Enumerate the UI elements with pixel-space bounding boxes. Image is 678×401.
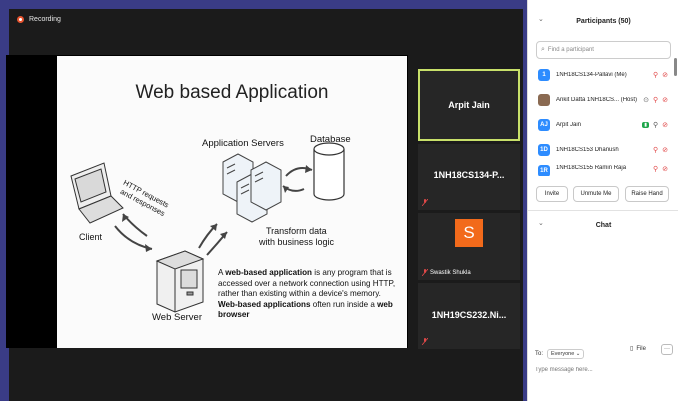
- recording-label: Recording: [29, 16, 61, 23]
- mic-muted-icon[interactable]: ⚲: [653, 71, 658, 79]
- unmute-me-button[interactable]: Unmute Me: [573, 186, 619, 202]
- muted-indicator: [422, 199, 428, 206]
- recording-icon: [17, 16, 24, 23]
- find-participant-input[interactable]: ⌕ Find a participant: [536, 41, 671, 59]
- search-icon: ⌕: [541, 46, 545, 53]
- participant-row[interactable]: 1R 1NH18CS155 Ramin Raja ⚲ ⊘: [528, 160, 672, 176]
- avatar: 1R: [538, 165, 550, 176]
- video-tile-speaking[interactable]: Arpit Jain: [418, 69, 520, 141]
- participants-header: ⌄ Participants (50): [528, 10, 678, 32]
- label-client: Client: [79, 232, 103, 242]
- database-icon: [313, 142, 345, 201]
- file-icon: ▯: [630, 346, 634, 352]
- tile-name: 1NH19CS232.Ni...: [431, 310, 507, 320]
- chevron-down-icon[interactable]: ⌄: [538, 15, 544, 23]
- application-servers-icon: [222, 153, 282, 223]
- tile-name: Swastik Shukla: [430, 269, 471, 276]
- chat-header: ⌄ Chat: [528, 214, 678, 236]
- mic-muted-icon[interactable]: ⚲: [653, 96, 658, 104]
- file-button[interactable]: ▯ File: [630, 345, 646, 353]
- share-status-icon: ⊙: [643, 97, 649, 104]
- video-tile[interactable]: 1NH19CS232.Ni...: [418, 283, 520, 349]
- mic-muted-icon: [422, 269, 428, 276]
- avatar: AJ: [538, 119, 550, 131]
- mic-muted-icon[interactable]: ⚲: [653, 146, 658, 154]
- tile-name: 1NH18CS134-P...: [433, 170, 505, 180]
- slide: Web based Application Application Server…: [57, 56, 407, 348]
- chat-title: Chat: [595, 221, 612, 229]
- side-panel: ⌄ Participants (50) ⌕ Find a participant…: [527, 0, 678, 401]
- video-off-icon[interactable]: ⊘: [662, 165, 668, 173]
- recording-indicator: Recording: [17, 16, 61, 23]
- raise-hand-button[interactable]: Raise Hand: [625, 186, 669, 202]
- screen-share-icon: ▮: [642, 122, 649, 128]
- muted-indicator: [422, 338, 428, 345]
- video-tile[interactable]: 1NH18CS134-P...: [418, 144, 520, 210]
- invite-button[interactable]: Invite: [536, 186, 568, 202]
- mic-on-icon[interactable]: ⚲: [653, 121, 658, 129]
- label-transform-line1: Transform data: [266, 226, 327, 236]
- video-off-icon[interactable]: ⊘: [662, 96, 668, 104]
- to-label: To:: [535, 351, 544, 357]
- video-off-icon[interactable]: ⊘: [662, 146, 668, 154]
- label-application-servers: Application Servers: [202, 138, 284, 149]
- participants-scrollbar[interactable]: [674, 58, 677, 76]
- avatar: 1D: [538, 144, 550, 156]
- video-off-icon[interactable]: ⊘: [662, 121, 668, 129]
- tile-name: Arpit Jain: [448, 100, 490, 110]
- video-off-icon[interactable]: ⊘: [662, 71, 668, 79]
- mic-muted-icon: [422, 338, 428, 345]
- avatar-tile: S: [455, 219, 483, 247]
- avatar: [538, 94, 550, 106]
- participant-row[interactable]: Ankit Datta 1NH18CS... (Host) ⊙ ⚲ ⊘: [528, 89, 672, 111]
- mic-muted-icon[interactable]: ⚲: [653, 165, 658, 173]
- more-options-button[interactable]: ···: [661, 344, 673, 355]
- participant-row[interactable]: 1 1NH18CS134-Pallavi (Me) ⚲ ⊘: [528, 64, 672, 86]
- participants-title: Participants (50): [576, 17, 631, 25]
- divider: [528, 210, 678, 211]
- chat-recipient-row: To: Everyone ⌄: [535, 348, 675, 360]
- mic-muted-icon: [422, 199, 428, 206]
- participant-row[interactable]: AJ Arpit Jain ▮ ⚲ ⊘: [528, 114, 672, 136]
- web-server-icon: [155, 250, 205, 313]
- video-tile[interactable]: S Swastik Shukla: [418, 213, 520, 280]
- label-web-server: Web Server: [152, 312, 202, 323]
- slide-description: A web-based application is any program t…: [218, 268, 396, 320]
- recipient-select[interactable]: Everyone ⌄: [547, 349, 585, 359]
- label-database: Database: [310, 134, 351, 145]
- participant-row[interactable]: 1D 1NH18CS153 Dhanush ⚲ ⊘: [528, 139, 672, 161]
- avatar: 1: [538, 69, 550, 81]
- muted-indicator: Swastik Shukla: [422, 269, 471, 276]
- label-transform-line2: with business logic: [259, 237, 335, 247]
- chat-message-input[interactable]: [535, 363, 671, 377]
- chevron-down-icon[interactable]: ⌄: [538, 219, 544, 227]
- laptop-icon: [70, 162, 124, 224]
